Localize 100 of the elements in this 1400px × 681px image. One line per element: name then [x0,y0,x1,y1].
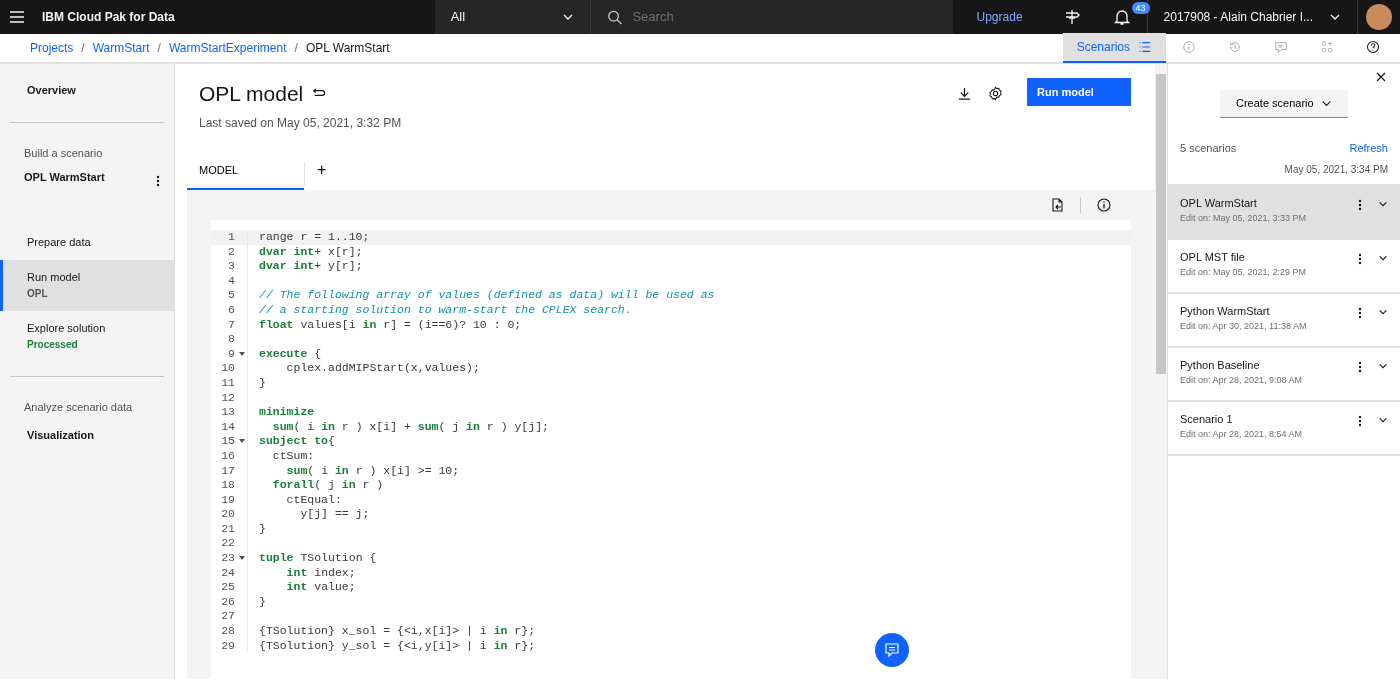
line-number: 12 [221,390,235,404]
code-line: forall( j in r ) [271,478,384,493]
overflow-menu-icon[interactable] [1358,199,1362,211]
breadcrumb-current: OPL WarmStart [305,40,390,57]
scenarios-tab[interactable]: Scenarios [1062,33,1166,63]
line-number: 27 [221,609,235,623]
nav-item[interactable]: Run model OPL [0,259,174,311]
search-icon[interactable] [606,8,623,26]
settings-icon[interactable] [988,86,1003,101]
overflow-menu-icon[interactable] [1358,361,1362,373]
avatar[interactable] [1366,4,1392,30]
code-line: } [258,594,266,610]
scenario-edit-time: Edit on: Apr 30, 2021, 11:38 AM [1180,319,1308,333]
code-line: minimize [258,405,315,420]
nav-group-label: Build a scenario [23,145,104,161]
nav-item[interactable]: Prepare data [0,225,174,260]
overflow-menu-icon[interactable] [156,175,160,187]
code-line: // a starting solution to warm-start the CPLEX search. [258,302,632,318]
code-line: float values[i in r] = (i==6)? 10 : 0; [258,317,522,333]
nodes-icon [1320,40,1334,54]
line-number: 25 [221,580,235,594]
chevron-down-icon[interactable] [1378,199,1388,209]
code-line: tuple TSolution { [258,551,377,566]
scenario-item[interactable]: OPL MST file Edit on: May 05, 2021, 2:29 PM [1168,240,1400,294]
search-input[interactable]: Search [630,6,937,28]
line-number: 16 [221,448,235,462]
scenario-edit-time: Edit on: Apr 28, 2021, 9:08 AM [1180,373,1304,387]
breadcrumb-link[interactable]: WarmStartExperiment [168,39,287,57]
chevron-down-icon[interactable] [1378,253,1388,263]
code-line: dvar int+ x[r]; [258,244,363,260]
breadcrumb-separator: / [157,40,161,57]
scenario-count: 5 scenarios [1180,141,1237,156]
line-number: 14 [221,419,235,433]
page-title: OPL model [199,81,304,107]
download-icon[interactable] [957,86,972,101]
code-line: y[j] == j; [299,507,370,522]
nav-item[interactable]: Visualization [0,418,174,453]
menu-icon[interactable] [8,8,26,26]
breadcrumb-link[interactable]: Projects [30,39,74,57]
code-line: subject to{ [258,434,335,449]
scenario-edit-time: Edit on: May 05, 2021, 3:33 PM [1180,211,1308,225]
scenario-item[interactable]: Python Baseline Edit on: Apr 28, 2021, 9:08 AM [1168,348,1400,402]
line-number: 1 [228,230,235,243]
line-number: 15 [221,434,235,448]
line-number: 5 [228,288,235,302]
code-line: range r = 1..10; [258,230,370,245]
overflow-menu-icon[interactable] [1358,415,1362,427]
line-number: 21 [221,521,235,535]
chevron-down-icon[interactable] [1378,415,1388,425]
scope-dropdown[interactable]: All [434,0,590,34]
code-line: execute { [258,346,322,362]
search-field[interactable]: Search [589,0,953,34]
chevron-down-icon[interactable] [1378,361,1388,371]
run-model-button[interactable]: Run model [1027,78,1131,106]
breadcrumb-separator: / [294,40,298,57]
info-icon[interactable] [1097,198,1111,212]
scenario-edit-time: Edit on: May 05, 2021, 2:29 PM [1180,265,1308,279]
code-line: {TSolution} x_sol = {<i,x[i]> | i in r}; [258,624,536,639]
line-number: 8 [228,332,235,346]
line-number: 26 [221,594,235,608]
upgrade-link[interactable]: Upgrade [952,8,1047,26]
overflow-menu-icon[interactable] [1358,307,1362,319]
code-line: // The following array of values (defined as data) will be used as [258,288,715,303]
nav-item[interactable]: Explore solution Processed [0,310,174,362]
add-tab-button[interactable]: + [304,162,339,186]
scenario-name: OPL MST file [1180,250,1246,265]
code-line: dvar int+ y[r]; [258,259,363,274]
scenario-item[interactable]: OPL WarmStart Edit on: May 05, 2021, 3:33 PM [1168,186,1400,240]
code-line: ctEqual: [285,492,342,508]
scenario-name: OPL WarmStart [1180,196,1258,211]
scenario-name: Python WarmStart [1180,304,1271,319]
close-icon[interactable] [1376,72,1386,82]
line-number: 19 [221,492,235,506]
line-number: 20 [221,507,235,521]
breadcrumb-link[interactable]: WarmStart [92,39,150,57]
create-scenario-dropdown[interactable]: Create scenario [1220,90,1348,118]
notification-icon[interactable] [1112,8,1131,26]
line-number: 9 [228,346,235,360]
line-number: 6 [228,302,235,316]
line-number: 3 [228,259,235,273]
refresh-link[interactable]: Refresh [1349,140,1388,157]
history-icon [1228,40,1242,54]
scrollbar[interactable] [1155,64,1167,679]
chevron-down-icon[interactable] [1378,307,1388,317]
overflow-menu-icon[interactable] [1358,253,1362,265]
breadcrumb-separator: / [81,40,85,57]
line-number: 13 [221,405,235,419]
code-line: int index; [285,565,356,581]
code-line: } [258,521,266,537]
scenario-item[interactable]: Python WarmStart Edit on: Apr 30, 2021, 11:38 AM [1168,294,1400,348]
nav-item[interactable]: Overview [0,80,174,108]
comment-icon [1274,40,1288,54]
nav-group-label: Analyze scenario data [23,399,134,415]
help-icon [1366,40,1380,54]
code-line: sum( i in r ) x[i] >= 10; [285,463,460,479]
scenario-item[interactable]: Scenario 1 Edit on: Apr 28, 2021, 8:54 AM [1168,402,1400,456]
import-file-icon[interactable] [1051,198,1064,212]
scenario-edit-time: Edit on: Apr 28, 2021, 8:54 AM [1180,427,1304,441]
line-number: 23 [221,551,235,565]
code-line: {TSolution} y_sol = {<i,y[i]> | i in r}; [258,638,536,654]
